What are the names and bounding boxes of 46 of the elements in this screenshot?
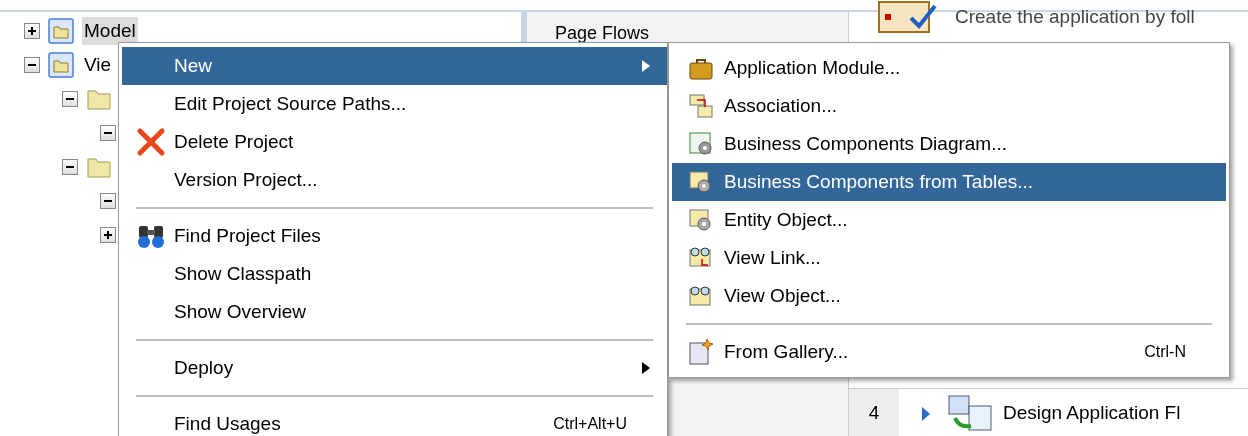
collapse-icon[interactable] [100,193,116,209]
flow-diagram-icon [947,393,995,434]
shortcut-label: Ctrl+Alt+U [553,414,627,434]
shortcut-label: Ctrl-N [1144,342,1186,362]
step-label: Design Application Fl [1003,401,1181,426]
linked-documents-icon [688,93,714,119]
menu-item[interactable]: View Link... [672,239,1226,277]
folder-icon [86,155,112,179]
gear-document-icon [688,207,714,233]
menu-item[interactable]: Delete Project [122,123,667,161]
expand-icon[interactable] [24,23,40,39]
delete-icon [136,127,166,157]
new-document-icon [688,338,714,366]
menu-item[interactable]: Association... [672,87,1226,125]
collapse-icon[interactable] [24,57,40,73]
glasses-icon [688,284,714,308]
menu-item[interactable]: Show Overview [122,293,667,331]
menu-item[interactable]: Find Usages Ctrl+Alt+U [122,405,667,436]
tree-item-label[interactable]: Vie [82,50,114,80]
menu-item[interactable]: Find Project Files [122,217,667,255]
menu-item[interactable]: Business Components from Tables... [672,163,1226,201]
menu-item[interactable]: From Gallery... Ctrl-N [672,333,1226,371]
collapse-icon[interactable] [62,91,78,107]
collapse-icon[interactable] [62,159,78,175]
menu-item[interactable]: Show Classpath [122,255,667,293]
folder-icon [86,87,112,111]
menu-item[interactable]: Entity Object... [672,201,1226,239]
menu-item[interactable]: Business Components Diagram... [672,125,1226,163]
step-number: 4 [849,389,899,436]
intro-text: Create the application by foll [955,4,1195,29]
menu-item[interactable]: View Object... [672,277,1226,315]
diagram-gear-icon [688,131,714,157]
menu-item[interactable]: New [122,47,667,85]
gear-document-icon [688,169,714,195]
tree-item-label[interactable]: Model [82,16,138,46]
menu-item[interactable]: Edit Project Source Paths... [122,85,667,123]
menu-item[interactable]: Application Module... [672,49,1226,87]
menu-item[interactable]: Deploy [122,349,667,387]
collapse-icon[interactable] [100,125,116,141]
expand-arrow-icon[interactable] [921,405,931,422]
expand-icon[interactable] [100,227,116,243]
checklist-icon [877,0,939,34]
folder-icon [48,18,74,44]
folder-icon [48,52,74,78]
menu-item[interactable]: Version Project... [122,161,667,199]
panel-heading: Page Flows [555,23,650,43]
